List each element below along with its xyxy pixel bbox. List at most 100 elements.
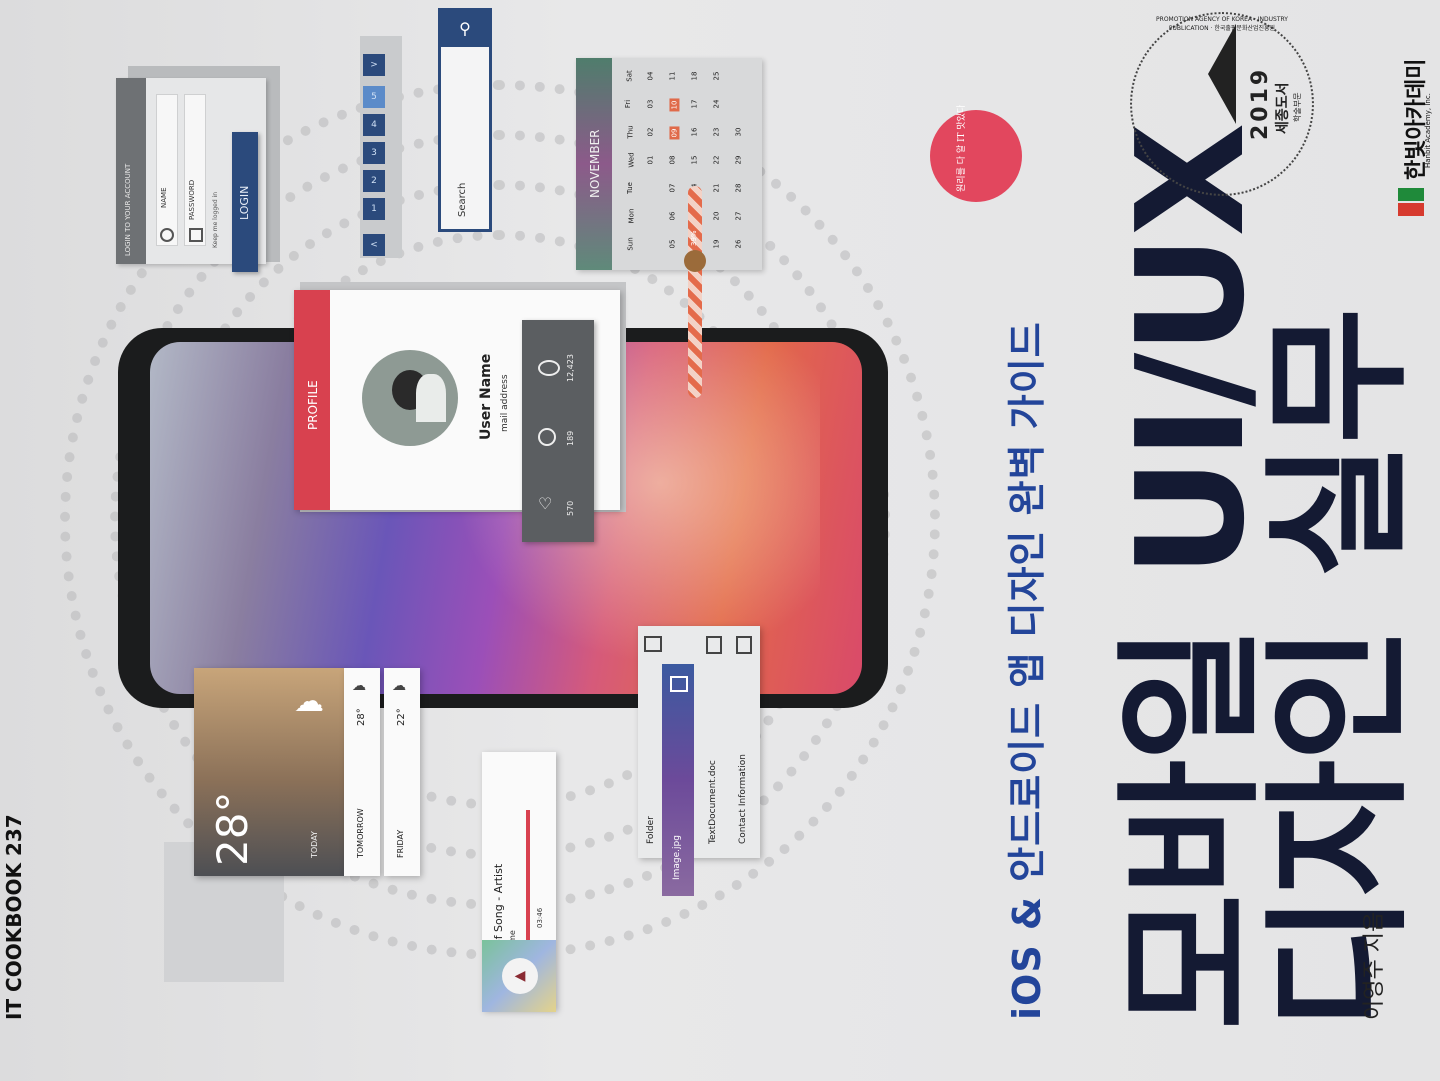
weather-card: 28° TODAY ☁ [194,668,346,876]
badge-text: 원리를 다 알 IT 맛있다 [957,104,967,192]
calendar-date[interactable]: 05 [668,240,676,249]
award-seal: PROMOTION AGENCY OF KOREA · INDUSTRY PUB… [1130,12,1314,196]
pagination-prev-button[interactable]: < [363,234,385,256]
play-button[interactable]: ◀ [482,940,556,1012]
book-cover-photo: IT COOKBOOK 237 LOGIN TO YOUR ACCOUNT NA… [0,0,1440,1081]
calendar-date[interactable]: 06 [668,212,676,221]
cloud-sun-icon: ☁ [294,684,324,719]
calendar-day-header: Thu [626,125,635,139]
pagination-page-5[interactable]: 5 [363,86,385,108]
heart-icon: ♡ [538,494,553,513]
search-box[interactable]: ⚲ Search [438,8,492,232]
weather-tomorrow-day: TOMORROW [356,808,365,858]
calendar-date[interactable]: 19 [712,240,720,249]
contact-label: Contact Information [738,754,748,844]
calendar-date[interactable]: 18 [690,72,698,81]
calendar-date[interactable]: 24 [712,100,720,109]
pagination-next-button[interactable]: > [363,54,385,76]
calendar-date[interactable]: 29 [734,156,742,165]
weather-friday-day: FRIDAY [396,829,405,858]
calendar-date[interactable]: 03 [646,100,654,109]
calendar-date[interactable]: 17 [690,100,698,109]
stat-views: 12,423 [566,354,575,382]
calendar-date[interactable]: 21 [712,184,720,193]
profile-tab[interactable]: PROFILE [294,290,330,510]
calendar-date[interactable]: 23 [712,128,720,137]
login-button[interactable]: LOGIN [232,132,258,272]
pagination-page-3[interactable]: 3 [363,142,385,164]
document-icon [706,636,722,654]
pagination-page-4[interactable]: 4 [363,114,385,136]
hb-logo-icon [1398,188,1424,216]
name-field[interactable] [156,94,178,246]
series-label: IT COOKBOOK 237 [2,814,26,1020]
calendar-day-header: Mon [627,208,636,224]
search-icon[interactable]: ⚲ [441,11,489,47]
calendar-date[interactable]: 22 [712,156,720,165]
weather-friday-temp: 22° [396,708,407,726]
pagination: > 5 4 3 2 1 < [360,30,402,260]
contact-row[interactable]: Contact Information [730,626,758,858]
avatar [362,350,458,446]
calendar-date[interactable]: 27 [734,212,742,221]
calendar-date[interactable]: 25 [712,72,720,81]
profile-stats: 12,423 189 ♡ 570 [522,320,594,542]
login-button-label: LOGIN [238,185,251,220]
book-subtitle: iOS & 안드로이드 앱 디자인 완벽 가이드 [1005,321,1049,1020]
profile-tab-label: PROFILE [306,380,320,430]
profile-mail: mail address [500,374,510,432]
folder-label: Folder [646,816,656,844]
calendar-day-header: Tue [625,182,634,194]
search-placeholder: Search [457,182,468,217]
remember-checkbox-label[interactable]: Keep me logged in [212,192,219,248]
progress-handle[interactable] [684,250,706,272]
calendar-date[interactable]: 16 [690,128,698,137]
calendar-date[interactable]: 15 [690,156,698,165]
calendar-date[interactable]: 28 [734,184,742,193]
award-label: 세종도서 [1275,82,1291,134]
document-label: TextDocument.doc [708,760,718,844]
eye-icon [538,360,560,376]
document-row[interactable]: TextDocument.doc [700,626,728,858]
password-label: PASSWORD [188,179,196,220]
publisher-name-en: Hanbit Academy, Inc. [1424,93,1432,168]
pagination-page-2[interactable]: 2 [363,170,385,192]
calendar-date[interactable]: 07 [668,184,676,193]
image-icon [670,676,688,692]
cloud-sun-icon: ☁ [392,678,406,694]
password-field[interactable] [184,94,206,246]
calendar-date[interactable]: 26 [734,240,742,249]
weather-today-label: TODAY [310,831,319,858]
speech-badge: 원리를 다 알 IT 맛있다 [930,105,1022,202]
calendar-day-header: Sat [625,70,634,82]
progress-label: 39% [690,230,698,246]
calendar-date[interactable]: 10 [669,98,680,112]
calendar-date[interactable]: 01 [646,156,654,165]
weather-row-tomorrow: ☁ 28° TOMORROW [344,668,380,876]
file-list: Folder Image.jpg TextDocument.doc Contac… [638,626,760,896]
calendar-date[interactable]: 09 [669,126,680,140]
people-icon [538,428,556,446]
calendar-date[interactable]: 20 [712,212,720,221]
calendar-date[interactable]: 02 [646,128,654,137]
weather-tomorrow-temp: 28° [356,708,367,726]
pagination-page-1[interactable]: 1 [363,198,385,220]
play-icon: ◀ [502,958,538,994]
weather-row-friday: ☁ 22° FRIDAY [384,668,420,876]
weather-current-temp: 28° [208,791,257,866]
book-title-line2: 디자인 실무 [1253,309,1425,1030]
award-year: 2019 [1248,66,1273,140]
calendar-date[interactable]: 30 [734,128,742,137]
name-label: NAME [160,187,168,209]
calendar-card: NOVEMBER Sun Mon Tue Wed Thu Fri Sat 01 02 03 04 05… [576,58,762,270]
calendar-date[interactable]: 11 [668,72,676,81]
image-row[interactable]: Image.jpg [662,664,694,896]
user-icon [160,228,174,242]
calendar-date[interactable]: 04 [646,72,654,81]
book-author: 이영주 지음 [1362,911,1387,1020]
progress-bar [688,186,702,398]
image-label: Image.jpg [672,835,682,880]
folder-icon [644,636,662,652]
calendar-date[interactable]: 08 [668,156,676,165]
stat-followers: 189 [566,430,575,446]
